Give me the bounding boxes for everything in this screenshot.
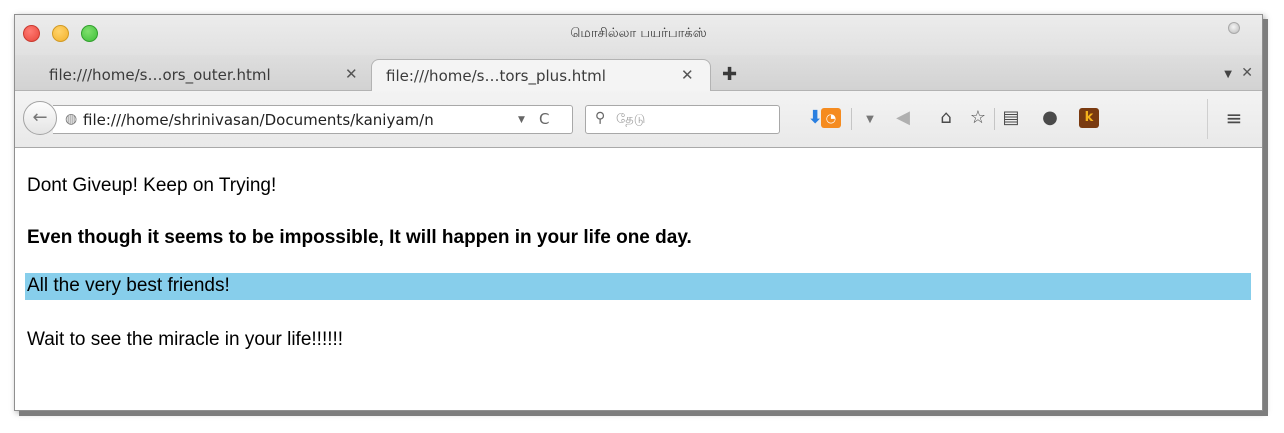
arrow-left-icon: ← <box>32 107 48 128</box>
page-content: Dont Giveup! Keep on Trying! Even though… <box>15 149 1262 410</box>
chat-icon[interactable]: ● <box>1037 107 1063 129</box>
url-history-dropdown-icon[interactable]: ▼ <box>518 115 525 125</box>
browser-window: மொசில்லா பயர்பாக்ஸ் file:///home/s…ors_o… <box>14 14 1263 411</box>
reload-icon[interactable]: C <box>539 110 549 128</box>
tab-list-dropdown-icon[interactable]: ▼ <box>1224 69 1232 80</box>
k-extension-icon[interactable]: k <box>1079 108 1099 128</box>
paragraph-4: Wait to see the miracle in your life!!!!… <box>27 329 344 350</box>
window-options-icon[interactable] <box>1228 22 1240 34</box>
send-icon[interactable]: ◀ <box>890 107 916 129</box>
paragraph-bold: Even though it seems to be impossible, I… <box>27 227 692 248</box>
toolbar-divider <box>851 108 852 130</box>
paragraph-highlighted: All the very best friends! <box>25 273 1251 300</box>
tab-strip: file:///home/s…ors_outer.html ✕ file:///… <box>15 55 1262 91</box>
rss-feed-icon[interactable]: ◔ <box>821 108 841 128</box>
navigation-toolbar: ◍ file:///home/shrinivasan/Documents/kan… <box>15 91 1262 148</box>
toolbar-divider <box>994 108 995 130</box>
url-bar[interactable]: ◍ file:///home/shrinivasan/Documents/kan… <box>53 105 573 134</box>
url-text[interactable]: file:///home/shrinivasan/Documents/kaniy… <box>83 111 505 129</box>
new-tab-icon[interactable]: ✚ <box>722 64 737 85</box>
toolbar-divider <box>1207 99 1208 139</box>
tab-outer-selectors[interactable]: file:///home/s…ors_outer.html ✕ <box>35 59 375 91</box>
tab-label: file:///home/s…tors_plus.html <box>386 67 606 85</box>
back-button[interactable]: ← <box>23 101 57 135</box>
hamburger-menu-icon[interactable]: ≡ <box>1221 107 1247 129</box>
site-identity-icon[interactable]: ◍ <box>65 111 77 127</box>
window-title: மொசில்லா பயர்பாக்ஸ் <box>570 26 707 41</box>
search-bar[interactable]: ⚲ <box>585 105 780 134</box>
tab-label: file:///home/s…ors_outer.html <box>49 66 271 84</box>
home-icon[interactable]: ⌂ <box>933 107 959 129</box>
bookmark-star-icon[interactable]: ☆ <box>965 107 991 129</box>
tab-close-icon[interactable]: ✕ <box>681 66 694 84</box>
tab-plus-selectors[interactable]: file:///home/s…tors_plus.html ✕ <box>371 59 711 91</box>
paragraph-1: Dont Giveup! Keep on Trying! <box>27 175 277 196</box>
reading-list-icon[interactable]: ▤ <box>998 107 1024 129</box>
rss-dropdown-icon[interactable]: ▼ <box>857 109 883 131</box>
title-bar: மொசில்லா பயர்பாக்ஸ் <box>15 15 1262 55</box>
search-icon: ⚲ <box>595 110 606 126</box>
tab-close-icon[interactable]: ✕ <box>345 65 358 83</box>
close-tabs-icon[interactable]: ✕ <box>1241 65 1253 81</box>
search-input[interactable] <box>616 109 771 130</box>
